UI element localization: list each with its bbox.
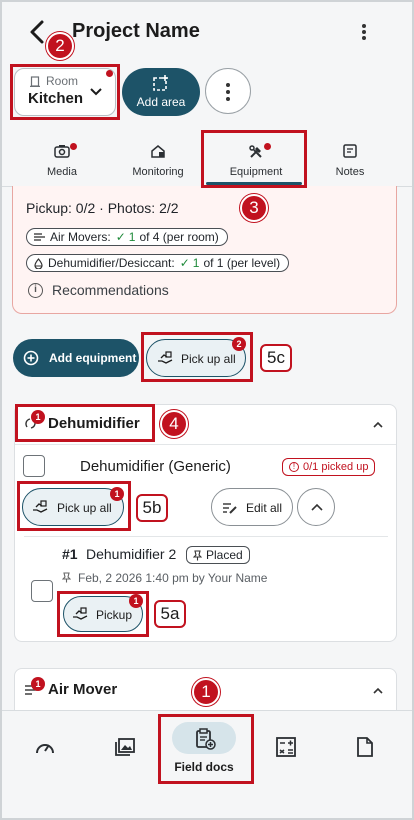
placed-meta: Feb, 2 2026 1:40 pm by Your Name (78, 571, 268, 585)
info-icon: i (28, 283, 43, 298)
add-area-label: Add area (136, 95, 186, 109)
speedometer-icon[interactable] (34, 737, 56, 757)
notes-icon (343, 144, 357, 158)
step-label-5b: 5b (136, 494, 168, 522)
active-tab-indicator (206, 182, 302, 185)
air-flow-icon (34, 233, 45, 241)
chevron-up-icon (311, 503, 323, 511)
air-movers-label: Air Movers: (50, 230, 111, 244)
dehumidifier-chip: Dehumidifier/Desiccant: ✓ 1 of 1 (per le… (26, 254, 290, 272)
droplet-icon (34, 257, 43, 269)
room-value: Kitchen (28, 90, 84, 107)
tab-media[interactable]: Media (22, 140, 102, 188)
room-field-label: Room (46, 74, 79, 88)
air-movers-target: of 4 (per room) (139, 230, 219, 244)
section-divider (15, 444, 396, 445)
equipment-alert-dot (264, 143, 271, 150)
media-alert-dot (70, 143, 77, 150)
edit-all-label: Edit all (246, 501, 283, 515)
chevron-up-icon[interactable] (373, 686, 383, 696)
check-circle-icon: ✓ (115, 230, 126, 244)
dehumidifier-title[interactable]: Dehumidifier (48, 415, 140, 432)
add-area-button[interactable]: Add area (122, 68, 200, 116)
group-pick-up-all-badge: 1 (110, 487, 124, 501)
pick-up-all-button[interactable]: Pick up all (146, 339, 246, 377)
item-pickup-label: Pickup (96, 608, 133, 622)
check-circle-icon: ✓ (179, 256, 190, 270)
step-label-5c: 5c (260, 344, 292, 372)
dehu-count: 1 (192, 256, 200, 270)
tab-notes[interactable]: Notes (312, 140, 388, 188)
tab-equipment[interactable]: Equipment (208, 140, 304, 188)
page-title: Project Name (72, 20, 200, 42)
edit-all-button[interactable]: Edit all (211, 488, 293, 526)
edit-list-icon (223, 503, 237, 514)
camera-icon (54, 145, 70, 158)
pick-up-all-label: Pick up all (181, 352, 236, 366)
item-pickup-badge: 1 (129, 594, 143, 608)
chevron-up-icon[interactable] (373, 420, 383, 430)
calculator-icon[interactable] (275, 736, 297, 758)
recommendations-link[interactable]: Recommendations (52, 282, 169, 298)
alert-circle-icon: ! (289, 462, 299, 472)
field-docs-label[interactable]: Field docs (160, 760, 248, 774)
photo-library-icon[interactable] (114, 737, 136, 757)
air-mover-badge: 1 (31, 677, 45, 691)
clipboard-add-icon[interactable] (194, 728, 216, 750)
item-name: Dehumidifier 2 (86, 546, 177, 562)
picked-up-status: ! 0/1 picked up (282, 458, 376, 476)
home-monitor-icon (151, 145, 165, 158)
tab-monitoring-label: Monitoring (132, 166, 184, 178)
group-pick-up-all-label: Pick up all (57, 501, 112, 515)
tab-media-label: Media (47, 166, 77, 178)
air-movers-count: 1 (128, 230, 136, 244)
step-label-5a: 5a (154, 600, 186, 628)
hand-pickup-icon (73, 607, 88, 620)
add-area-icon (153, 75, 168, 91)
add-equipment-label: Add equipment (49, 351, 137, 365)
tools-icon (249, 145, 262, 158)
add-equipment-button[interactable]: Add equipment (13, 339, 139, 377)
room-alert-dot (106, 70, 113, 77)
generic-group-name: Dehumidifier (Generic) (80, 458, 231, 475)
pickup-summary: Pickup: 0/2 · Photos: 2/2 (26, 200, 179, 216)
group-pick-up-all-button[interactable]: Pick up all (22, 488, 124, 526)
document-icon[interactable] (356, 736, 374, 758)
item-number: #1 (62, 546, 78, 562)
more-vert-icon[interactable] (356, 20, 372, 44)
dehumidifier-badge: 1 (31, 410, 45, 424)
item-checkbox[interactable] (31, 580, 53, 602)
tab-equipment-label: Equipment (229, 166, 283, 178)
hand-pickup-icon (33, 500, 48, 513)
step-marker-4: 4 (160, 410, 188, 438)
pin-icon (62, 572, 71, 583)
placed-status-chip: Placed (186, 546, 250, 564)
step-marker-2: 2 (46, 32, 74, 60)
add-circle-icon (23, 350, 39, 366)
tab-notes-label: Notes (335, 166, 365, 178)
pick-up-all-badge: 2 (232, 337, 246, 351)
air-movers-chip: Air Movers: ✓ 1 of 4 (per room) (26, 228, 228, 246)
hand-pickup-icon (158, 351, 173, 364)
door-icon (30, 76, 40, 87)
picked-up-status-text: 0/1 picked up (303, 461, 369, 473)
step-marker-3: 3 (240, 194, 268, 222)
dehu-label: Dehumidifier/Desiccant: (48, 256, 175, 270)
area-more-button[interactable] (205, 68, 251, 114)
placed-status-text: Placed (206, 548, 243, 562)
dehu-target: of 1 (per level) (203, 256, 281, 270)
step-marker-1: 1 (192, 678, 220, 706)
item-divider (24, 536, 388, 537)
pin-icon (193, 549, 202, 560)
air-mover-title[interactable]: Air Mover (48, 681, 117, 698)
back-arrow-icon[interactable] (26, 18, 48, 46)
tab-monitoring[interactable]: Monitoring (118, 140, 198, 188)
generic-group-checkbox[interactable] (23, 455, 45, 477)
chevron-down-icon (90, 88, 102, 96)
tab-bar: Media Monitoring Equipment Notes (2, 140, 412, 188)
collapse-group-button[interactable] (297, 488, 335, 526)
